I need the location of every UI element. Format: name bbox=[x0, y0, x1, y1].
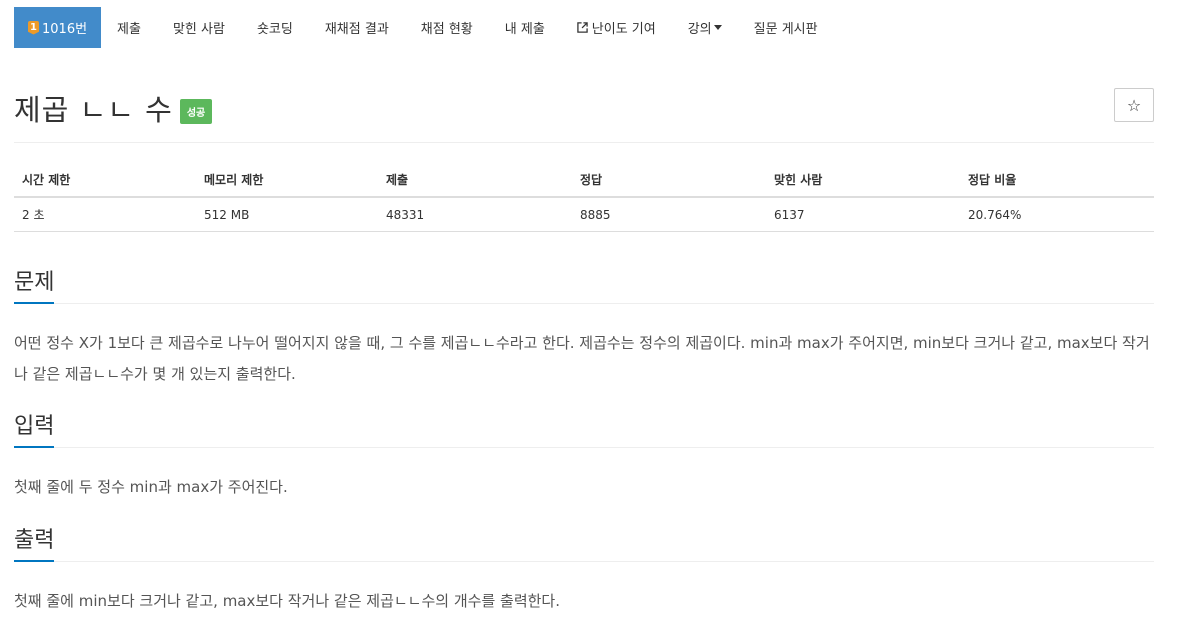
nav-question-board[interactable]: 질문 게시판 bbox=[738, 7, 834, 48]
output-text: 첫째 줄에 min보다 크거나 같고, max보다 작거나 같은 제곱ㄴㄴ수의 … bbox=[14, 592, 560, 610]
value-solved-users: 6137 bbox=[766, 197, 960, 232]
tier-icon: 1 bbox=[28, 20, 39, 35]
header-accepted: 정답 bbox=[572, 163, 766, 198]
value-submissions: 48331 bbox=[378, 197, 572, 232]
nav-rejudge-results[interactable]: 재채점 결과 bbox=[309, 7, 405, 48]
title-divider bbox=[14, 142, 1154, 143]
nav-short-coding[interactable]: 숏코딩 bbox=[241, 7, 309, 48]
header-memory-limit: 메모리 제한 bbox=[196, 163, 378, 198]
input-text: 첫째 줄에 두 정수 min과 max가 주어진다. bbox=[14, 478, 288, 496]
section-heading-output: 출력 bbox=[14, 522, 55, 562]
header-solved-users: 맞힌 사람 bbox=[766, 163, 960, 198]
nav-solved-users[interactable]: 맞힌 사람 bbox=[157, 7, 241, 48]
problem-info-table: 시간 제한 메모리 제한 제출 정답 맞힌 사람 정답 비율 2 초 512 M… bbox=[14, 163, 1154, 232]
value-accepted: 8885 bbox=[572, 197, 766, 232]
star-icon: ☆ bbox=[1126, 95, 1142, 115]
nav-difficulty-contribution[interactable]: 난이도 기여 bbox=[561, 7, 672, 48]
difficulty-contribution-label: 난이도 기여 bbox=[591, 22, 656, 37]
problem-number-label: 1016번 bbox=[42, 22, 88, 37]
nav-judge-status[interactable]: 채점 현황 bbox=[405, 7, 489, 48]
nav-submit[interactable]: 제출 bbox=[101, 7, 157, 48]
nav-problem-number[interactable]: 1 1016번 bbox=[14, 7, 102, 48]
section-heading-input: 입력 bbox=[14, 408, 55, 448]
section-divider bbox=[14, 447, 1154, 448]
table-row: 2 초 512 MB 48331 8885 6137 20.764% bbox=[14, 197, 1154, 232]
header-submissions: 제출 bbox=[378, 163, 572, 198]
section-divider bbox=[14, 561, 1154, 562]
external-link-icon bbox=[577, 22, 588, 33]
problem-nav: 1 1016번 제출 맞힌 사람 숏코딩 재채점 결과 채점 현황 내 제출 난… bbox=[14, 7, 834, 48]
status-badge: 성공 bbox=[179, 98, 213, 124]
section-divider bbox=[14, 303, 1154, 304]
header-accept-ratio: 정답 비율 bbox=[960, 163, 1154, 198]
caret-down-icon bbox=[713, 25, 722, 30]
info-header-row: 시간 제한 메모리 제한 제출 정답 맞힌 사람 정답 비율 bbox=[14, 163, 1154, 198]
nav-lectures-dropdown[interactable]: 강의 bbox=[672, 7, 738, 48]
section-description: 문제 어떤 정수 X가 1보다 큰 제곱수로 나누어 떨어지지 않을 때, 그 … bbox=[14, 264, 1154, 390]
favorite-star-button[interactable]: ☆ bbox=[1114, 88, 1154, 122]
nav-my-submissions[interactable]: 내 제출 bbox=[489, 7, 561, 48]
value-accept-ratio: 20.764% bbox=[960, 197, 1154, 232]
header-time-limit: 시간 제한 bbox=[14, 163, 196, 198]
problem-title: 제곱 ㄴㄴ 수 bbox=[14, 93, 173, 127]
value-memory-limit: 512 MB bbox=[196, 197, 378, 232]
value-time-limit: 2 초 bbox=[14, 197, 196, 232]
section-output: 출력 첫째 줄에 min보다 크거나 같고, max보다 작거나 같은 제곱ㄴㄴ… bbox=[14, 522, 1154, 617]
problem-header: 제곱 ㄴㄴ 수 성공 ☆ bbox=[14, 88, 1154, 128]
section-input: 입력 첫째 줄에 두 정수 min과 max가 주어진다. bbox=[14, 408, 1154, 503]
lectures-label: 강의 bbox=[687, 22, 712, 37]
description-text: 어떤 정수 X가 1보다 큰 제곱수로 나누어 떨어지지 않을 때, 그 수를 … bbox=[14, 334, 1150, 383]
section-heading-description: 문제 bbox=[14, 264, 55, 304]
